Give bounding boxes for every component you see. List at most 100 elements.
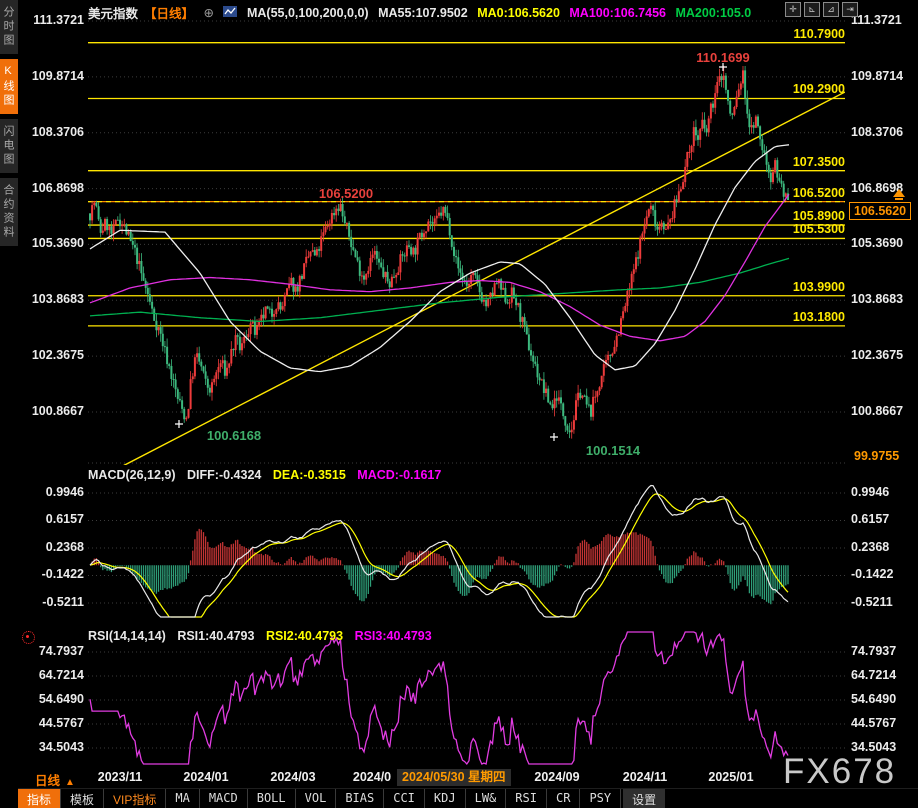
sidebar-tab-K线图[interactable]: K线图 [0,59,18,114]
chart-header: 美元指数【日线】 ⊕ MA(55,0,100,200,0,0) MA55:107… [88,3,757,19]
period-expand-icon[interactable]: ▲ [65,777,75,788]
export-right-icon[interactable]: ⇥ [842,2,858,17]
toolbar-button-RSI[interactable]: RSI [506,789,547,808]
price-axis-right: 108.3706 [851,125,915,139]
period-selector[interactable]: 日线▲ [35,770,75,789]
sidebar-tab-闪电图[interactable]: 闪电图 [0,119,18,173]
level-label: 103.9900 [793,280,845,294]
toolbar-button-BIAS[interactable]: BIAS [336,789,384,808]
candle-wicks-up [92,66,786,439]
sidebar-tab-合约资料[interactable]: 合约资料 [0,178,18,246]
macd-axis-right: -0.5211 [851,595,915,609]
rsi1-value: RSI1:40.4793 [177,629,254,643]
main-price-pane[interactable] [88,15,845,465]
macd-axis-left: 0.9946 [18,485,84,499]
macd-axis-left: 0.6157 [18,512,84,526]
price-axis-left: 109.8714 [18,69,84,83]
add-overlay-icon[interactable]: ⊕ [204,6,214,20]
rsi-axis-right: 44.5767 [851,716,915,730]
macd-name: MACD(26,12,9) [88,468,176,482]
macd-pane[interactable] [88,480,845,620]
macd-axis-left: -0.1422 [18,567,84,581]
rsi-axis-right: 64.7214 [851,668,915,682]
rsi2-value: RSI2:40.4793 [266,629,343,643]
ma200-value: MA200:105.0 [675,6,751,20]
price-axis-right: 105.3690 [851,236,915,250]
extreme-marker [175,420,183,428]
rsi-axis-right: 34.5043 [851,740,915,754]
period-tag: 【日线】 [144,7,194,21]
price-axis-left: 103.8683 [18,292,84,306]
ma55-value: MA55:107.9502 [378,6,468,20]
axis-pan-icon[interactable]: ⊿ [823,2,839,17]
level-label: 110.7900 [794,27,845,41]
rsi-header: RSI(14,14,14) RSI1:40.4793 RSI2:40.4793 … [88,629,440,643]
level-label: 105.8900 [793,209,845,223]
price-annotation: 100.6168 [207,428,261,443]
toolbar-button-CCI[interactable]: CCI [384,789,425,808]
macd-macd-value: MACD:-0.1617 [357,468,441,482]
toolbar-button-MA[interactable]: MA [166,789,199,808]
toolbar-button-VIP指标[interactable]: VIP指标 [104,789,166,808]
toolbar-button-设置[interactable]: 设置 [623,789,665,808]
toolbar-button-LW&[interactable]: LW& [466,789,507,808]
alert-target-icon[interactable] [22,631,35,644]
level-label: 107.3500 [793,155,845,169]
macd-axis-right: 0.2368 [851,540,915,554]
rsi-axis-right: 54.6490 [851,692,915,706]
toolbar-button-MACD[interactable]: MACD [200,789,248,808]
ma100-value: MA100:106.7456 [569,6,666,20]
toolbar-button-CR[interactable]: CR [547,789,580,808]
trading-app-window: 分时图 K线图闪电图合约资料 美元指数【日线】 ⊕ MA(55,0,100,200… [0,0,918,808]
current-price-tag: 106.5620 [849,202,911,220]
scroll-to-latest-icon[interactable] [893,189,905,197]
rsi-name: RSI(14,14,14) [88,629,166,643]
ma-settings-label: MA(55,0,100,200,0,0) [247,6,369,20]
macd-axis-right: -0.1422 [851,567,915,581]
rsi-pane[interactable] [88,628,845,768]
candle-bodies-up [92,70,786,432]
price-axis-left: 105.3690 [18,236,84,250]
toolbar-button-模板[interactable]: 模板 [61,789,104,808]
macd-axis-right: 0.6157 [851,512,915,526]
candle-wicks-down [90,66,788,438]
date-label: 2025/01 [708,770,753,784]
mini-chart-icon[interactable] [223,6,237,20]
watermark: FX678 [783,752,896,792]
price-axis-left: 111.3721 [18,13,84,27]
macd-diff-value: DIFF:-0.4324 [187,468,261,482]
date-label: 2024/01 [183,770,228,784]
toolbar-button-BOLL[interactable]: BOLL [248,789,296,808]
rsi-axis-left: 54.6490 [18,692,84,706]
crosshair-move-icon[interactable]: ✛ [785,2,801,17]
toolbar-button-PSY[interactable]: PSY [580,789,621,808]
date-label: 2024/03 [270,770,315,784]
toolbar-button-KDJ[interactable]: KDJ [425,789,466,808]
time-axis: 日线▲ 2024/05/30 星期四 2023/112024/012024/03… [0,769,918,787]
rsi-line [90,632,788,764]
price-axis-left: 108.3706 [18,125,84,139]
sidebar-tab-分时图[interactable]: 分时图 [0,0,18,54]
rsi3-value: RSI3:40.4793 [355,629,432,643]
price-axis-right: 102.3675 [851,348,915,362]
date-label: 2024/0 [353,770,391,784]
price-axis-right: 109.8714 [851,69,915,83]
axis-scale-icon[interactable]: ⊾ [804,2,820,17]
ma55-line [90,145,789,372]
price-axis-left: 106.8698 [18,181,84,195]
toolbar-button-指标[interactable]: 指标 [18,789,61,808]
price-axis-right: 103.8683 [851,292,915,306]
rsi-axis-left: 74.7937 [18,644,84,658]
price-axis-right: 106.8698 [851,181,915,195]
price-axis-left: 102.3675 [18,348,84,362]
rsi-axis-left: 64.7214 [18,668,84,682]
toolbar-button-VOL[interactable]: VOL [296,789,337,808]
macd-axis-right: 0.9946 [851,485,915,499]
price-axis-right: 111.3721 [851,13,915,27]
macd-axis-left: 0.2368 [18,540,84,554]
date-label: 2024/09 [534,770,579,784]
rsi-axis-left: 44.5767 [18,716,84,730]
level-label: 105.5300 [793,222,845,236]
price-axis-right: 100.8667 [851,404,915,418]
price-annotation: 100.1514 [586,443,640,458]
